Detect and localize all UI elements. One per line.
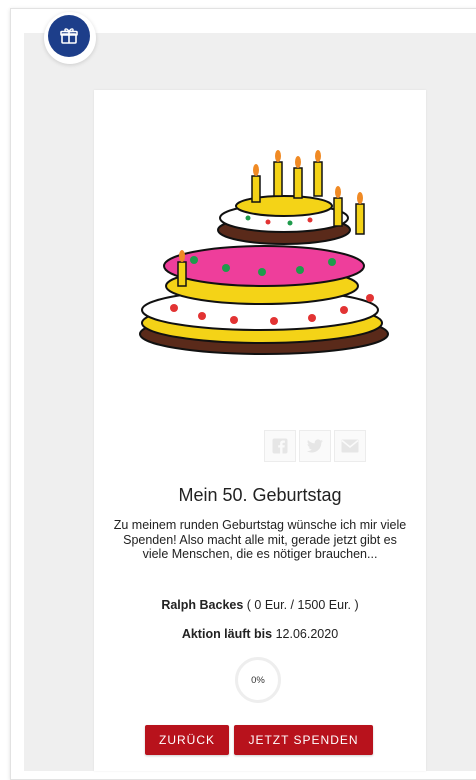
category-badge[interactable] (44, 12, 96, 64)
mail-icon (341, 439, 359, 453)
end-date-value: 12.06.2020 (272, 627, 339, 641)
campaign-card: Mein 50. Geburtstag Zu meinem runden Geb… (94, 90, 426, 771)
campaign-description: Zu meinem runden Geburtstag wünsche ich … (113, 518, 407, 561)
facebook-share-button[interactable] (264, 430, 296, 462)
donation-amount: ( 0 Eur. / 1500 Eur. ) (243, 598, 359, 612)
end-label: Aktion läuft bis (181, 627, 273, 641)
campaign-title: Mein 50. Geburtstag (178, 485, 342, 505)
share-buttons (264, 430, 366, 462)
birthday-cake-image (139, 150, 389, 355)
donate-button[interactable]: JETZT SPENDEN (234, 725, 373, 755)
campaign-owner: Ralph Backes ( 0 Eur. / 1500 Eur. ) (94, 598, 426, 612)
campaign-image (134, 138, 400, 370)
gift-icon (48, 15, 90, 57)
twitter-share-button[interactable] (299, 430, 331, 462)
twitter-icon (306, 439, 323, 453)
facebook-icon (272, 438, 288, 454)
progress-circle: 0% (235, 657, 281, 703)
owner-name: Ralph Backes (161, 598, 244, 612)
mail-share-button[interactable] (334, 430, 366, 462)
progress-label: 0% (251, 674, 265, 686)
back-button[interactable]: ZURÜCK (145, 725, 229, 755)
campaign-end-date: Aktion läuft bis 12.06.2020 (94, 627, 426, 641)
